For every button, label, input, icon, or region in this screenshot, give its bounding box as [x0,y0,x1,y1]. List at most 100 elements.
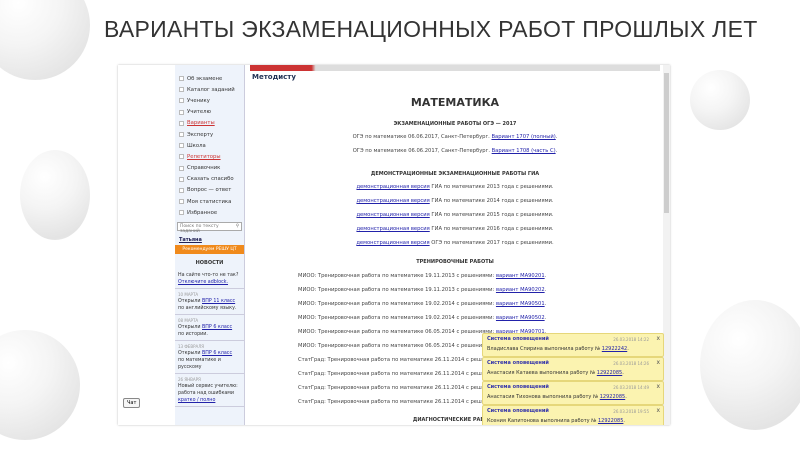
close-icon[interactable]: x [656,407,660,414]
news-item: На сайте что-то не так? Отключите adbloc… [175,270,244,290]
version-link[interactable]: демонстрационная версия [356,198,429,204]
bullet-icon [179,165,184,171]
scrollbar-thumb[interactable] [664,73,669,213]
notification-title: Система оповещений [487,384,549,390]
notification-time: 26.03.2018 14:22 [613,337,649,342]
menu-item[interactable]: Варианты [175,118,244,129]
row-text: ГИА по математике 2014 года с решениями. [429,198,554,204]
news-text: по математике и русскому [178,358,221,371]
notification-panel: Система оповещений 26.03.2018 14:22 x Влади… [482,333,664,425]
slide-title: ВАРИАНТЫ ЭКЗАМЕНАЦИОННЫХ РАБОТ ПРОШЛЫХ Л… [104,16,758,42]
bullet-icon [179,199,184,205]
news-date: 13 ФЕВРАЛЯ [178,344,205,350]
notification: Система оповещений 26.03.2018 14:22 x Влади… [482,333,664,357]
row-text: СтатГрад: Тренировочная работа по матема… [298,357,504,363]
version-link[interactable]: демонстрационная версия [356,212,429,218]
list-row: МИОО: Тренировочная работа по математике… [298,287,546,293]
row-end: . [544,287,547,293]
variant-link[interactable]: Вариант 1707 (полный) [491,134,555,140]
version-link[interactable]: демонстрационная версия [356,240,429,246]
variant-link[interactable]: вариант МА90502 [496,315,545,321]
section-heading: ЭКЗАМЕНАЦИОННЫЕ РАБОТЫ ОГЭ — 2017 [393,121,517,127]
news-item: 08 МАРТА Открыли ВПР 6 класс по истории. [175,315,244,342]
list-row: СтатГрад: Тренировочная работа по матема… [298,385,504,391]
search-placeholder: Поиск по тексту заданий [180,224,219,235]
menu-item[interactable]: Избранное [175,207,244,218]
chat-button[interactable]: Чат [123,398,141,408]
menu-item-label: Вопрос — ответ [187,187,232,194]
menu-item[interactable]: Вопрос — ответ [175,185,244,196]
menu-item[interactable]: Каталог заданий [175,84,244,95]
notification-time: 26.03.2018 14:26 [613,361,649,366]
menu-item-label: Школа [187,142,206,149]
water-drop [20,150,90,240]
bullet-icon [179,76,184,82]
news-date: 08 МАРТА [178,318,199,324]
version-link[interactable]: демонстрационная версия [356,226,429,232]
list-row: демонстрационная версия ОГЭ по математик… [250,240,660,246]
row-end: . [544,273,547,279]
news-link[interactable]: ВПР 6 класс [202,351,232,356]
row-text: МИОО: Тренировочная работа по математике… [298,343,495,349]
close-icon[interactable]: x [656,383,660,390]
notification-time: 26.03.2018 14:49 [613,385,649,390]
close-icon[interactable]: x [656,359,660,366]
menu-item-label: Варианты [187,120,215,127]
bullet-icon [179,176,184,182]
menu-item[interactable]: Эксперту [175,129,244,140]
work-link[interactable]: 12922242 [602,346,627,352]
row-text: ГИА по математике 2015 года с решениями. [429,212,554,218]
menu-item[interactable]: Моя статистика [175,196,244,207]
news-date: 26 ЯНВАРЯ [178,377,201,383]
list-row: СтатГрад: Тренировочная работа по матема… [298,399,504,405]
variant-link[interactable]: вариант МА90501 [496,301,545,307]
row-end: . [544,315,547,321]
variant-link[interactable]: вариант МА90201 [496,273,545,279]
news-link[interactable]: ВПР 6 класс [202,325,232,330]
menu-item-label: Учителю [187,109,211,116]
news-item: 13 ФЕВРАЛЯ Открыли ВПР 6 класс по математи… [175,341,244,375]
water-drop [690,70,750,130]
variant-link[interactable]: Вариант 1708 (часть С) [492,148,556,154]
user-link[interactable]: Татьяна [175,235,244,245]
header-bar [250,65,660,71]
row-text: ОГЭ по математике 06.06.2017, Санкт-Пете… [352,148,492,154]
menu-item[interactable]: Сказать спасибо [175,174,244,185]
variant-link[interactable]: вариант МА90202 [496,287,545,293]
menu-item[interactable]: Репетиторы [175,151,244,162]
bullet-icon [179,187,184,193]
version-link[interactable]: демонстрационная версия [356,184,429,190]
close-icon[interactable]: x [656,335,660,342]
menu-item[interactable]: Учителю [175,107,244,118]
work-link[interactable]: 12922085 [598,418,623,424]
menu-item-label: Избранное [187,209,218,216]
recommend-banner[interactable]: Рекомендуем РЕШУ ЦТ [175,245,244,255]
search-input[interactable]: Поиск по тексту заданий ⚲ [177,222,242,235]
news-link[interactable]: Отключите adblock. [178,280,228,285]
scrollbar[interactable] [663,65,670,425]
breadcrumb[interactable]: Методисту [252,73,296,81]
bullet-icon [179,109,184,115]
search-icon[interactable]: ⚲ [236,224,239,229]
notification-body: Анастасия Тихонова выполнила работу № 12… [487,394,627,400]
menu-item-label: Эксперту [187,131,214,138]
menu-item[interactable]: Справочник [175,163,244,174]
notification-body: Ксения Капитонова выполнила работу № 129… [487,418,625,424]
news-link[interactable]: кратко / полно [178,398,215,403]
row-text: СтатГрад: Тренировочная работа по матема… [298,371,504,377]
list-row: СтатГрад: Тренировочная работа по матема… [298,357,504,363]
work-link[interactable]: 12922085 [600,394,625,400]
menu-item[interactable]: Об экзамене [175,73,244,84]
list-row: демонстрационная версия ГИА по математик… [250,184,660,190]
news-link[interactable]: ВПР 11 класс [202,299,235,304]
row-text: МИОО: Тренировочная работа по математике… [298,329,496,335]
bullet-icon [179,210,184,216]
water-drop [700,300,800,430]
menu-item[interactable]: Ученику [175,95,244,106]
work-link[interactable]: 12922085 [597,370,622,376]
menu-item-label: Ученику [187,97,210,104]
bullet-icon [179,154,184,160]
list-row: демонстрационная версия ГИА по математик… [250,212,660,218]
news-item: 26 ЯНВАРЯ Новый сервис учителю: работа на… [175,374,244,408]
menu-item[interactable]: Школа [175,140,244,151]
